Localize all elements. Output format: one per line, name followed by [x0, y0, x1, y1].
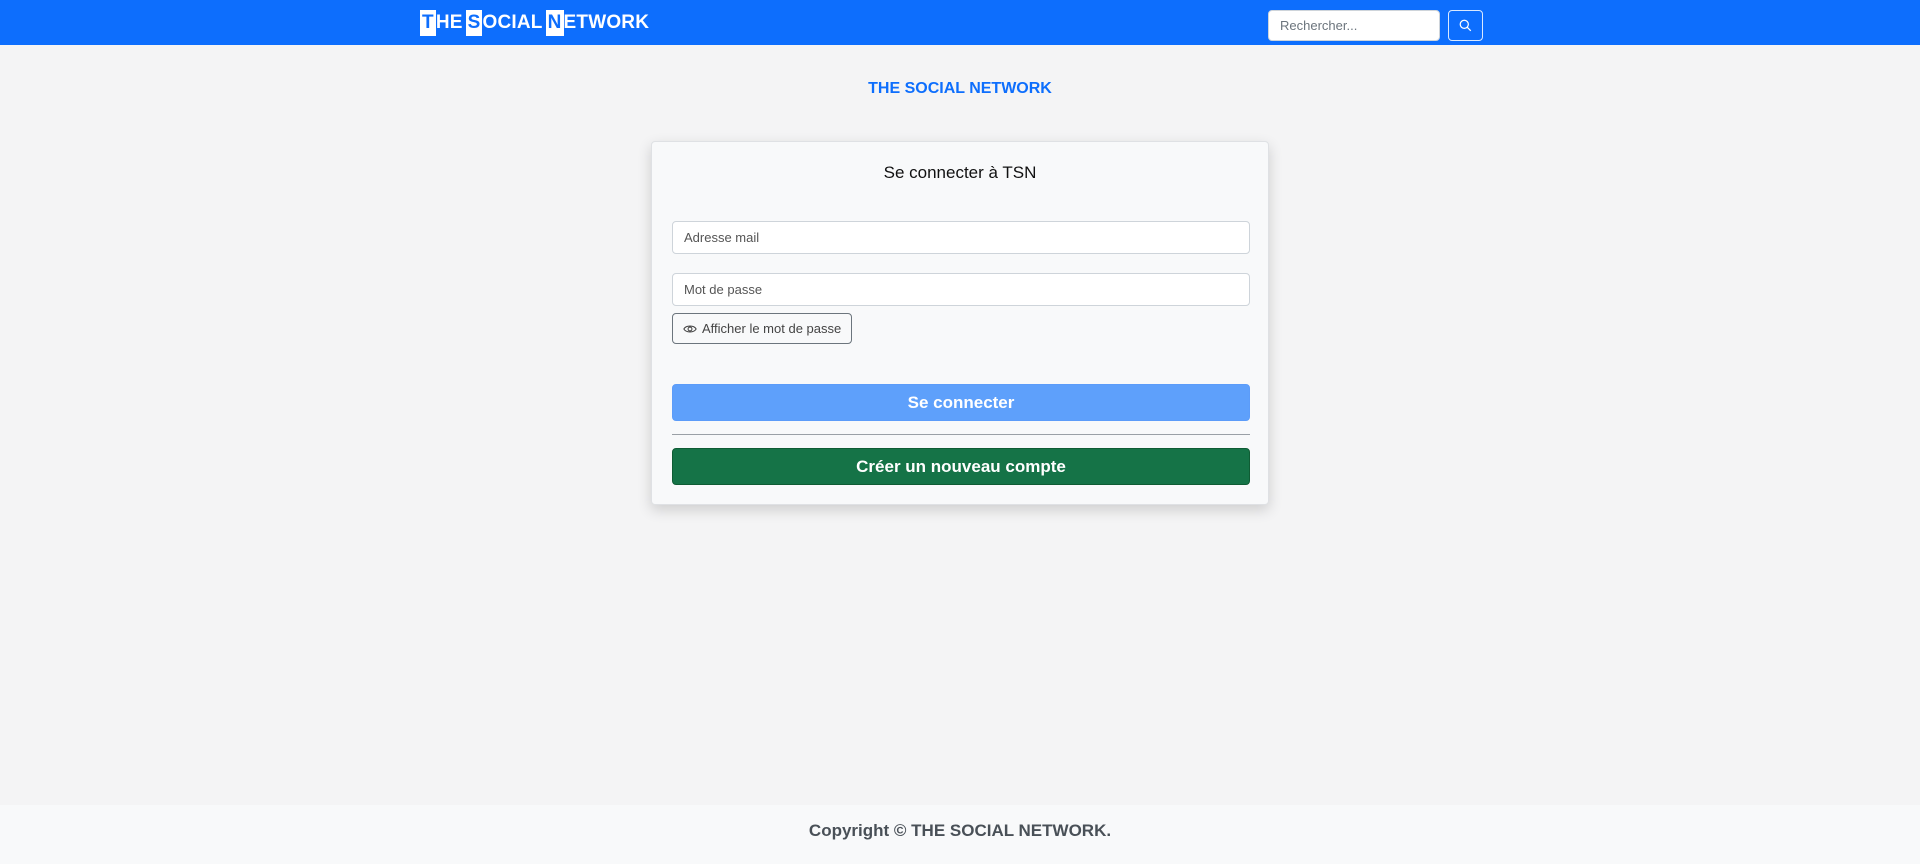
brand-word-the: HE: [435, 12, 463, 33]
brand-word-network: ETWORK: [563, 12, 650, 33]
login-button[interactable]: Se connecter: [672, 384, 1250, 421]
search-button[interactable]: [1448, 10, 1483, 41]
site-title: THE SOCIAL NETWORK: [868, 80, 1052, 97]
show-password-button[interactable]: Afficher le mot de passe: [672, 313, 853, 344]
footer-copyright: Copyright © THE SOCIAL NETWORK.: [808, 821, 1112, 840]
brand-letter-s: S: [465, 10, 483, 36]
search-input[interactable]: [1268, 10, 1440, 41]
login-card: Se connecter à TSN Afficher le mot de pa…: [651, 141, 1269, 505]
show-password-label: Afficher le mot de passe: [702, 321, 842, 336]
brand-letter-n: N: [545, 10, 564, 36]
login-card-title: Se connecter à TSN: [883, 163, 1037, 182]
footer: Copyright © THE SOCIAL NETWORK.: [0, 805, 1920, 864]
brand-word-social: OCIAL: [482, 12, 543, 33]
search-icon: [1459, 19, 1472, 32]
brand-letter-t: T: [420, 10, 436, 36]
email-field[interactable]: [672, 221, 1250, 254]
top-navbar: T HE S OCIAL N ETWORK: [0, 0, 1920, 45]
eye-icon: [683, 323, 697, 335]
create-account-button[interactable]: Créer un nouveau compte: [672, 448, 1250, 485]
divider: [672, 434, 1250, 435]
brand-logo-link[interactable]: T HE S OCIAL N ETWORK: [420, 10, 649, 36]
password-field[interactable]: [672, 273, 1250, 306]
